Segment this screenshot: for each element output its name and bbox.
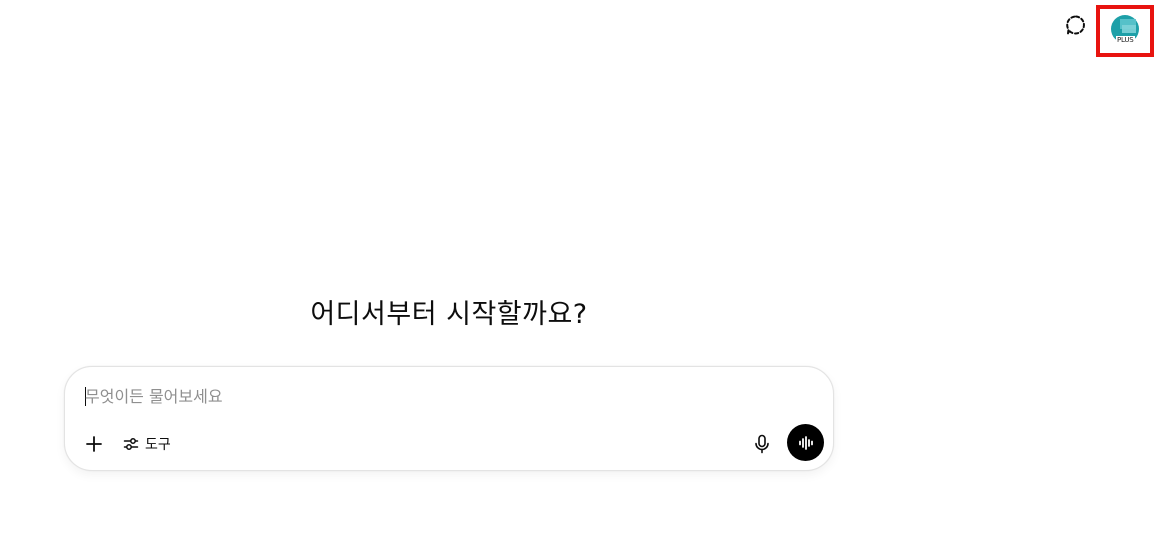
profile-avatar-button[interactable]: PLUS [1108,14,1142,48]
microphone-icon [755,434,769,454]
plan-badge: PLUS [1116,36,1135,45]
chat-home-page: PLUS 어디서부터 시작할까요? 도구 [0,0,1162,533]
temporary-chat-button[interactable] [1062,11,1090,39]
dictate-button[interactable] [747,429,777,459]
page-title: 어디서부터 시작할까요? [310,299,588,330]
sliders-icon [123,438,139,450]
tools-label: 도구 [145,437,171,453]
dashed-chat-bubble-icon [1066,15,1085,36]
plus-icon [86,436,102,452]
prompt-composer: 도구 [64,366,834,471]
prompt-input[interactable] [85,383,785,409]
tools-button[interactable]: 도구 [115,429,179,459]
attach-button[interactable] [79,429,109,459]
voice-mode-button[interactable] [787,424,824,461]
avatar-highlight-box: PLUS [1096,5,1154,57]
voice-waveform-icon [798,435,813,450]
